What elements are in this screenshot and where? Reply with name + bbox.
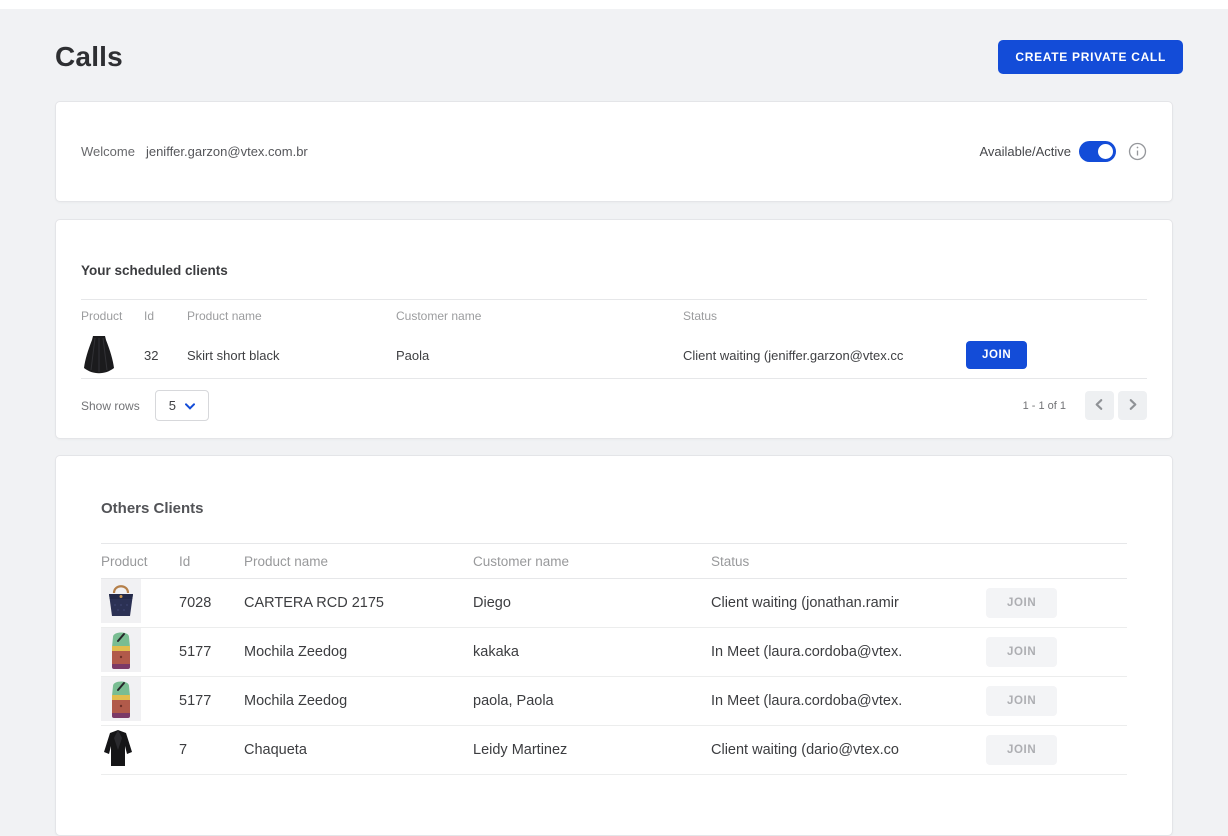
status-text: In Meet (laura.cordoba@vtex.	[711, 693, 986, 709]
status-cell: Client waiting (jonathan.ramir	[711, 595, 986, 611]
product-id: 5177	[179, 693, 244, 709]
others-clients-title: Others Clients	[101, 500, 1127, 517]
table-row: 5177Mochila ZeedogkakakaIn Meet (laura.c…	[101, 628, 1127, 677]
scheduled-clients-title: Your scheduled clients	[81, 263, 1147, 278]
product-image-cell	[101, 728, 179, 772]
join-cell: JOIN	[986, 588, 1127, 618]
customer-name: paola, Paola	[473, 693, 711, 709]
page-header: Calls CREATE PRIVATE CALL	[55, 40, 1173, 74]
product-id: 5177	[179, 644, 244, 660]
availability-label: Available/Active	[979, 144, 1071, 159]
customer-name: kakaka	[473, 644, 711, 660]
join-cell: JOIN	[966, 341, 1147, 369]
table-row: 7028CARTERA RCD 2175DiegoClient waiting …	[101, 579, 1127, 628]
availability-toggle[interactable]	[1079, 141, 1116, 162]
status-text: Client waiting (jonathan.ramir	[711, 595, 986, 611]
page-title: Calls	[55, 41, 123, 73]
join-button[interactable]: JOIN	[986, 588, 1057, 618]
product-image-cell	[101, 579, 179, 627]
product-id: 7028	[179, 595, 244, 611]
welcome-label: Welcome	[81, 144, 135, 159]
status-text: Client waiting (jeniffer.garzon@vtex.cc	[683, 348, 966, 363]
handbag-product-image	[101, 579, 141, 623]
product-name: Skirt short black	[187, 348, 396, 363]
calls-page: Calls CREATE PRIVATE CALL Welcome jeniffe…	[0, 40, 1228, 836]
product-image-cell	[81, 334, 144, 377]
info-icon[interactable]	[1128, 142, 1147, 161]
product-id: 7	[179, 742, 244, 758]
show-rows-label: Show rows	[81, 399, 140, 413]
status-cell: In Meet (laura.cordoba@vtex.	[711, 644, 986, 660]
scheduled-table-header: ProductIdProduct nameCustomer nameStatus	[81, 299, 1147, 332]
customer-name: Diego	[473, 595, 711, 611]
chevron-right-icon	[1126, 398, 1139, 414]
top-strip	[0, 0, 1228, 9]
customer-name: Leidy Martinez	[473, 742, 711, 758]
column-header-product: Product	[81, 309, 144, 323]
skirt-product-image	[81, 334, 117, 374]
status-cell: Client waiting (dario@vtex.co	[711, 742, 986, 758]
join-button[interactable]: JOIN	[986, 686, 1057, 716]
product-id: 32	[144, 348, 187, 363]
join-cell: JOIN	[986, 735, 1127, 765]
status-text: In Meet (laura.cordoba@vtex.	[711, 644, 986, 660]
status-cell: Client waiting (jeniffer.garzon@vtex.cc	[683, 348, 966, 363]
welcome-email: jeniffer.garzon@vtex.com.br	[146, 144, 308, 159]
rows-per-page-value: 5	[169, 398, 176, 413]
table-row: 32Skirt short blackPaolaClient waiting (…	[81, 332, 1147, 379]
table-footer: Show rows 5 1 - 1 of 1	[81, 390, 1147, 438]
customer-name: Paola	[396, 348, 683, 363]
welcome-card: Welcome jeniffer.garzon@vtex.com.br Avail…	[55, 101, 1173, 202]
others-clients-table: ProductIdProduct nameCustomer nameStatus…	[101, 543, 1127, 775]
table-row: 5177Mochila Zeedogpaola, PaolaIn Meet (l…	[101, 677, 1127, 726]
scheduled-table-body: 32Skirt short blackPaolaClient waiting (…	[81, 332, 1147, 379]
backpack-product-image	[101, 628, 141, 672]
welcome-message: Welcome jeniffer.garzon@vtex.com.br	[81, 144, 308, 159]
product-image-cell	[101, 628, 179, 676]
others-table-body: 7028CARTERA RCD 2175DiegoClient waiting …	[101, 579, 1127, 775]
rows-per-page-select[interactable]: 5	[155, 390, 209, 421]
product-image-cell	[101, 677, 179, 725]
pagination-prev-button[interactable]	[1085, 391, 1114, 420]
table-row: 7ChaquetaLeidy MartinezClient waiting (d…	[101, 726, 1127, 775]
product-name: Mochila Zeedog	[244, 693, 473, 709]
scheduled-clients-card: Your scheduled clients ProductIdProduct …	[55, 219, 1173, 439]
join-button[interactable]: JOIN	[986, 735, 1057, 765]
join-cell: JOIN	[986, 686, 1127, 716]
status-text: Client waiting (dario@vtex.co	[711, 742, 986, 758]
column-header-id: Id	[144, 309, 187, 323]
column-header-id: Id	[179, 554, 244, 569]
column-header-status: Status	[683, 309, 966, 323]
column-header-product: Product	[101, 554, 179, 569]
product-name: Chaqueta	[244, 742, 473, 758]
others-table-header: ProductIdProduct nameCustomer nameStatus	[101, 543, 1127, 579]
scheduled-clients-table: ProductIdProduct nameCustomer nameStatus…	[81, 299, 1147, 379]
pagination-range: 1 - 1 of 1	[1023, 400, 1066, 412]
status-cell: In Meet (laura.cordoba@vtex.	[711, 693, 986, 709]
toggle-knob	[1098, 144, 1113, 159]
jacket-product-image	[101, 728, 135, 768]
join-button[interactable]: JOIN	[986, 637, 1057, 667]
others-clients-card: Others Clients ProductIdProduct nameCust…	[55, 455, 1173, 836]
create-private-call-button[interactable]: CREATE PRIVATE CALL	[998, 40, 1183, 74]
join-cell: JOIN	[986, 637, 1127, 667]
join-button[interactable]: JOIN	[966, 341, 1027, 369]
product-name: CARTERA RCD 2175	[244, 595, 473, 611]
column-header-customer-name: Customer name	[473, 554, 711, 569]
chevron-left-icon	[1093, 398, 1106, 414]
column-header-product-name: Product name	[244, 554, 473, 569]
column-header-status: Status	[711, 554, 986, 569]
product-name: Mochila Zeedog	[244, 644, 473, 660]
column-header-product-name: Product name	[187, 309, 396, 323]
chevron-down-icon	[185, 398, 195, 413]
pagination-next-button[interactable]	[1118, 391, 1147, 420]
column-header-customer-name: Customer name	[396, 309, 683, 323]
backpack-product-image	[101, 677, 141, 721]
